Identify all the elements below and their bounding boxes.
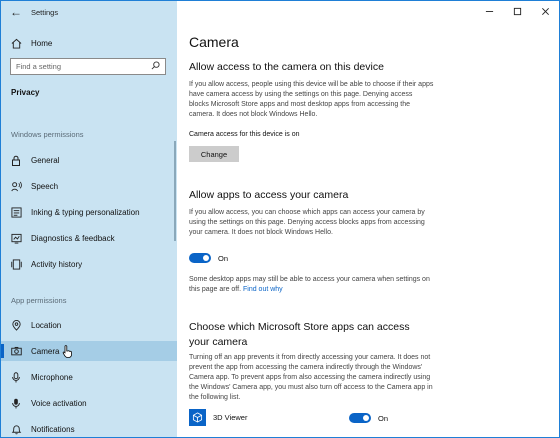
sidebar-item-label: Diagnostics & feedback [31, 233, 115, 243]
change-button[interactable]: Change [189, 146, 239, 162]
maximize-button[interactable] [503, 1, 531, 21]
search-placeholder: Find a setting [16, 62, 62, 71]
title-bar: ← Settings [1, 1, 177, 23]
sidebar-item-label: Inking & typing personalization [31, 207, 140, 217]
app-row-3d-viewer: 3D Viewer [189, 409, 247, 426]
sidebar-scrollbar[interactable] [174, 141, 176, 241]
apps-access-toggle-row: On [189, 253, 228, 263]
sidebar-item-speech[interactable]: Speech [1, 176, 177, 196]
device-access-status: Camera access for this device is on [189, 131, 300, 138]
location-icon [10, 319, 22, 331]
search-input[interactable]: Find a setting [10, 58, 166, 75]
sidebar-item-notifications[interactable]: Notifications [1, 419, 177, 437]
desktop-apps-note-text: Some desktop apps may still be able to a… [189, 276, 430, 293]
store-apps-heading-line2: your camera [189, 336, 248, 348]
current-section-label: Privacy [11, 88, 40, 97]
search-icon[interactable] [151, 61, 160, 72]
close-icon [541, 7, 549, 15]
voice-icon [10, 397, 22, 409]
find-out-why-link[interactable]: Find out why [243, 286, 283, 293]
sidebar-item-microphone[interactable]: Microphone [1, 367, 177, 387]
main-content: Camera Allow access to the camera on thi… [177, 1, 559, 437]
back-arrow-icon[interactable]: ← [1, 5, 31, 19]
apps-access-toggle-state: On [218, 253, 229, 263]
sidebar-item-general[interactable]: General [1, 150, 177, 170]
microphone-icon [10, 371, 22, 383]
camera-icon [10, 345, 22, 357]
activity-icon [10, 258, 22, 270]
3d-viewer-toggle-state: On [378, 413, 389, 423]
sidebar-item-diagnostics[interactable]: Diagnostics & feedback [1, 228, 177, 248]
apps-access-description: If you allow access, you can choose whic… [189, 209, 425, 236]
3d-viewer-icon [189, 409, 206, 426]
mouse-pointer-icon [62, 345, 73, 363]
device-access-description: If you allow access, people using this d… [189, 81, 434, 118]
sidebar-item-inking-typing[interactable]: Inking & typing personalization [1, 202, 177, 222]
window-controls [475, 1, 559, 21]
sidebar-item-label: Voice activation [31, 398, 87, 408]
sidebar-item-activity-history[interactable]: Activity history [1, 254, 177, 274]
sidebar-item-voice-activation[interactable]: Voice activation [1, 393, 177, 413]
3d-viewer-toggle-row: On [349, 413, 388, 423]
active-indicator [1, 344, 4, 358]
sidebar: ← Settings Home Find a setting Privacy W… [1, 1, 177, 437]
lock-icon [10, 154, 22, 166]
sidebar-item-label: Speech [31, 181, 59, 191]
app-name: 3D Viewer [213, 413, 248, 422]
sidebar-item-label: Camera [31, 346, 60, 356]
sidebar-item-label: Location [31, 320, 62, 330]
store-apps-heading-line1: Choose which Microsoft Store apps can ac… [189, 321, 410, 333]
close-button[interactable] [531, 1, 559, 21]
group-header-app-permissions: App permissions [11, 296, 67, 305]
diagnostics-icon [10, 232, 22, 244]
sidebar-item-label: Notifications [31, 424, 75, 434]
apps-access-heading: Allow apps to access your camera [189, 189, 349, 201]
notifications-icon [10, 423, 22, 435]
sidebar-item-label: Microphone [31, 372, 73, 382]
sidebar-item-label: General [31, 155, 60, 165]
inking-icon [10, 206, 22, 218]
maximize-icon [513, 7, 521, 15]
speech-icon [10, 180, 22, 192]
sidebar-item-label: Activity history [31, 259, 83, 269]
home-icon [10, 37, 22, 49]
apps-access-toggle[interactable] [189, 253, 211, 263]
settings-window: ← Settings Home Find a setting Privacy W… [0, 0, 560, 438]
3d-viewer-toggle[interactable] [349, 413, 371, 423]
page-title: Camera [189, 34, 239, 50]
group-header-windows-permissions: Windows permissions [11, 130, 84, 139]
desktop-apps-note: Some desktop apps may still be able to a… [189, 275, 434, 295]
minimize-icon [485, 10, 493, 12]
store-apps-description: Turning off an app prevents it from dire… [189, 354, 433, 401]
minimize-button[interactable] [475, 1, 503, 21]
home-nav-item[interactable]: Home [1, 33, 177, 53]
window-title: Settings [31, 7, 59, 17]
home-label: Home [31, 38, 53, 48]
sidebar-item-camera[interactable]: Camera [1, 341, 177, 361]
device-access-heading: Allow access to the camera on this devic… [189, 61, 384, 73]
sidebar-item-location[interactable]: Location [1, 315, 177, 335]
